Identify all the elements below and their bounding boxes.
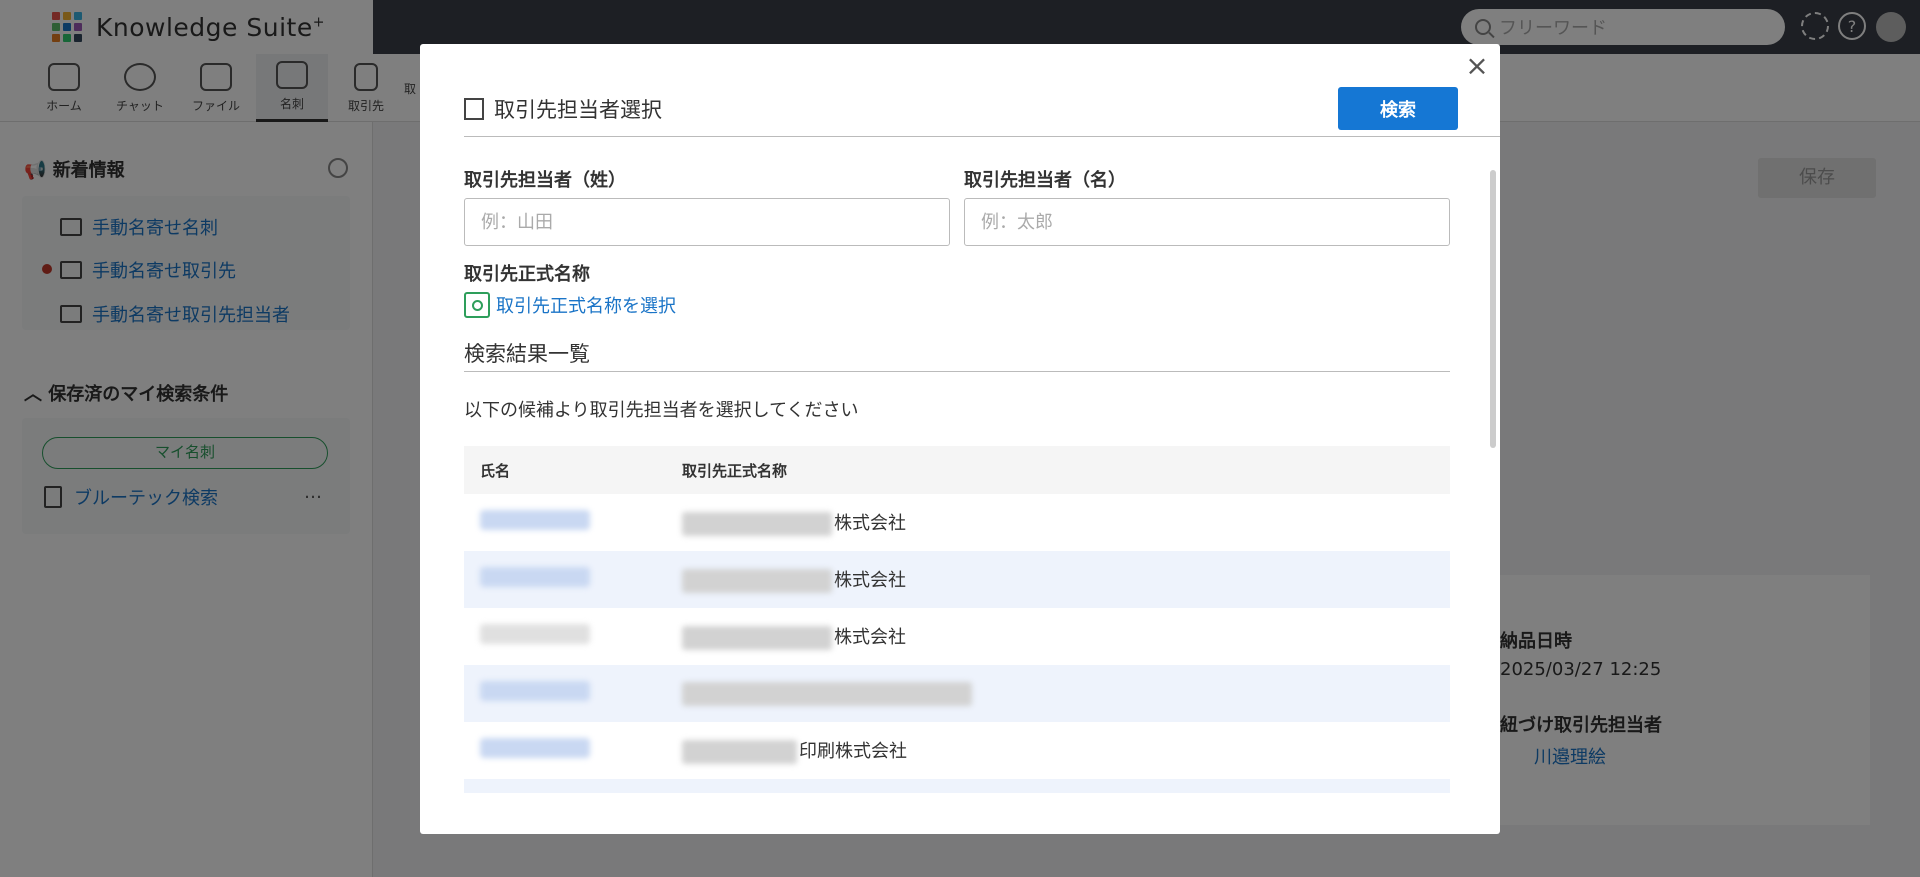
table-row[interactable]: 株式会社 [464,608,1450,665]
company-suffix: 株式会社 [834,627,906,648]
modal-title: 取引先担当者選択 [464,94,662,124]
search-icon [464,292,490,318]
table-row[interactable]: 株式会社 [464,494,1450,551]
company-suffix: 株式会社 [834,570,906,591]
results-hint: 以下の候補より取引先担当者を選択してください [464,400,859,421]
contact-name-link[interactable] [480,681,590,701]
last-name-label: 取引先担当者（姓） [464,170,626,191]
last-name-input[interactable] [464,198,950,246]
table-row[interactable]: 株式会社 [464,551,1450,608]
results-table: 氏名 取引先正式名称 株式会社 株式会社 株式会社 印刷株式会社 [464,446,1450,793]
company-suffix: 株式会社 [834,513,906,534]
modal-scrollbar[interactable] [1490,170,1496,448]
results-title: 検索結果一覧 [464,342,590,366]
col-name-header: 氏名 [480,461,511,480]
company-name-redacted [682,740,797,764]
company-name-redacted [682,626,832,650]
contact-building-icon [464,98,484,120]
table-row[interactable] [464,779,1450,793]
contact-name-link[interactable] [480,738,590,758]
first-name-label: 取引先担当者（名） [964,170,1126,191]
close-icon[interactable]: × [1464,52,1490,80]
results-divider [464,371,1450,372]
title-divider [464,136,1500,137]
search-button[interactable]: 検索 [1338,87,1458,130]
contact-select-modal: × 取引先担当者選択 検索 取引先担当者（姓） 取引先担当者（名） 取引先正式名… [420,44,1500,834]
company-label: 取引先正式名称 [464,264,590,285]
col-company-header: 取引先正式名称 [682,461,788,480]
contact-name-link[interactable] [480,624,590,644]
company-name-redacted [682,681,972,706]
table-row[interactable]: 印刷株式会社 [464,722,1450,779]
company-name-redacted [682,512,832,536]
company-suffix: 印刷株式会社 [799,741,907,762]
company-name-redacted [682,569,832,593]
select-company-link[interactable]: 取引先正式名称を選択 [464,292,676,318]
contact-name-link[interactable] [480,567,590,587]
table-row[interactable] [464,665,1450,722]
table-header: 氏名 取引先正式名称 [464,446,1450,494]
first-name-input[interactable] [964,198,1450,246]
contact-name-link[interactable] [480,510,590,530]
